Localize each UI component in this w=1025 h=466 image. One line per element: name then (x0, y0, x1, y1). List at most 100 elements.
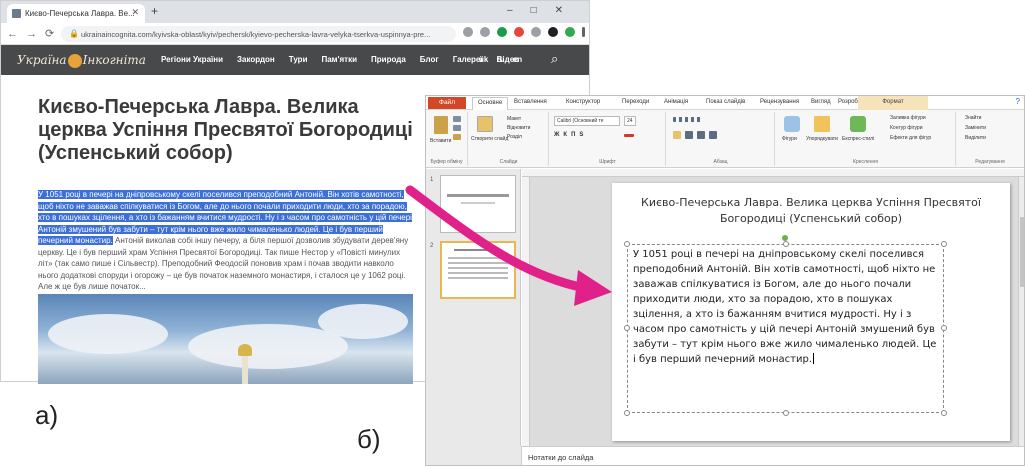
tab-insert[interactable]: Вставлення (514, 99, 547, 105)
thumb-text-line (448, 257, 508, 259)
cut-icon[interactable] (453, 116, 461, 122)
justify-icon[interactable] (709, 131, 717, 139)
select-button[interactable]: Виділити (965, 135, 986, 141)
arrange-label[interactable]: Упорядкувати (806, 136, 838, 142)
lock-icon: 🔒 (69, 29, 79, 38)
resize-handle[interactable] (624, 325, 630, 331)
share-icon[interactable] (463, 27, 473, 37)
resize-handle[interactable] (624, 241, 630, 247)
church-dome-icon (238, 344, 252, 384)
nav-link[interactable]: Блог (420, 55, 439, 64)
slide-body-text[interactable]: У 1051 році в печері на дніпровському ск… (633, 247, 939, 367)
tab-home[interactable]: Основне (472, 97, 509, 110)
font-color-icon[interactable] (624, 134, 634, 137)
close-tab-icon[interactable]: ✕ (131, 7, 139, 18)
nav-link[interactable]: Тури (289, 55, 308, 64)
new-slide-icon[interactable] (477, 116, 493, 132)
shapes-label[interactable]: Фігури (782, 136, 797, 142)
site-logo[interactable]: Україна Інкогніта (17, 53, 146, 68)
font-name-select[interactable]: Calibri (Основний те (554, 116, 620, 126)
resize-handle[interactable] (941, 410, 947, 416)
star-icon[interactable] (480, 27, 490, 37)
shapes-icon[interactable] (784, 116, 800, 132)
tab-slideshow[interactable]: Показ слайдів (706, 99, 745, 105)
paste-icon[interactable] (434, 116, 448, 134)
nav-link[interactable]: Закордон (237, 55, 275, 64)
language-switcher[interactable]: uk ru en (479, 55, 522, 64)
help-icon[interactable]: ? (1016, 97, 1020, 106)
extension-grey-icon[interactable] (531, 27, 541, 37)
search-icon[interactable]: ⌕ (551, 51, 558, 67)
resize-handle[interactable] (941, 325, 947, 331)
align-right-icon[interactable] (697, 131, 705, 139)
group-editing: Знайти Замінити Виділити Редагування (957, 112, 1023, 166)
cloud-shape (318, 304, 408, 339)
font-style-buttons[interactable]: ЖКПS (554, 132, 587, 138)
reset-button[interactable]: Відновити (507, 125, 530, 131)
nav-link[interactable]: Пам'ятки (321, 55, 357, 64)
horizontal-ruler (522, 169, 1024, 177)
slide-canvas[interactable]: Києво-Печерська Лавра. Велика церква Усп… (612, 183, 1010, 441)
site-nav-links: Регіони України Закордон Тури Пам'ятки П… (161, 55, 519, 64)
address-bar[interactable]: 🔒 ukrainaincognita.com/kyivska-oblast/ky… (61, 26, 456, 42)
window-controls-icon[interactable]: –□✕ (507, 5, 581, 16)
paste-label[interactable]: Вставити (430, 138, 451, 144)
nav-link[interactable]: Регіони України (161, 55, 223, 64)
browser-tab[interactable]: Києво-Печерська Лавра. Ве... ✕ (7, 4, 145, 23)
resize-handle[interactable] (624, 410, 630, 416)
slide-thumbnail-1[interactable] (440, 175, 516, 233)
tab-transitions[interactable]: Переходи (622, 99, 649, 105)
extension-green-icon[interactable] (497, 27, 507, 37)
tab-design[interactable]: Конструктор (566, 99, 600, 105)
browser-toolbar: ←→⟳ 🔒 ukrainaincognita.com/kyivska-oblas… (1, 23, 589, 45)
slide-body-content: У 1051 році в печері на дніпровському ск… (633, 249, 937, 365)
article-paragraph[interactable]: У 1051 році в печері на дніпровському ск… (38, 189, 413, 293)
new-tab-icon[interactable]: + (151, 4, 158, 18)
replace-button[interactable]: Замінити (965, 125, 986, 131)
tab-format[interactable]: Формат (858, 96, 928, 110)
slide-text-box[interactable]: У 1051 році в печері на дніпровському ск… (624, 241, 947, 416)
layout-button[interactable]: Макет (507, 116, 521, 122)
menu-icon[interactable] (582, 27, 585, 37)
shape-effects-button[interactable]: Ефекти для фігур (890, 135, 931, 141)
find-button[interactable]: Знайти (965, 115, 981, 121)
copy-icon[interactable] (453, 125, 461, 131)
tab-view[interactable]: Вигляд (811, 99, 831, 105)
tab-animations[interactable]: Анімація (664, 99, 688, 105)
thumb-text-line (448, 277, 508, 279)
notes-pane[interactable]: Нотатки до слайда (522, 446, 1024, 465)
list-icon[interactable] (673, 117, 703, 122)
section-button[interactable]: Розділ (507, 134, 522, 140)
format-painter-icon[interactable] (453, 134, 461, 140)
arrange-icon[interactable] (814, 116, 830, 132)
new-slide-label[interactable]: Створити слайд (471, 136, 508, 142)
scrollbar-thumb[interactable] (1020, 217, 1024, 287)
group-drawing: Фігури Упорядкувати Експрес-стилі Заливк… (776, 112, 956, 166)
shape-fill-button[interactable]: Заливка фігури (890, 115, 926, 121)
notes-placeholder: Нотатки до слайда (528, 453, 594, 462)
group-paragraph: Абзац (667, 112, 775, 166)
tab-review[interactable]: Рецензування (760, 99, 799, 105)
align-left-icon[interactable] (673, 131, 681, 139)
extensions-bar (463, 27, 585, 37)
site-navbar: Україна Інкогніта Регіони України Закордо… (1, 45, 589, 75)
file-tab[interactable]: Файл (428, 97, 466, 109)
quick-styles-icon[interactable] (850, 116, 866, 132)
slide-title[interactable]: Києво-Печерська Лавра. Велика церква Усп… (632, 195, 990, 227)
resize-handle[interactable] (941, 241, 947, 247)
resize-handle[interactable] (783, 241, 789, 247)
profile-avatar[interactable] (565, 27, 575, 37)
resize-handle[interactable] (783, 410, 789, 416)
vertical-scrollbar[interactable] (1018, 177, 1024, 446)
quick-styles-label[interactable]: Експрес-стилі (842, 136, 874, 142)
font-size-select[interactable]: 24 (624, 116, 636, 126)
puzzle-icon[interactable] (548, 27, 558, 37)
group-clipboard: Вставити Буфер обміну (426, 112, 468, 166)
thumb-title-line (454, 249, 502, 251)
align-center-icon[interactable] (685, 131, 693, 139)
extension-red-icon[interactable] (514, 27, 524, 37)
slide-thumbnail-2[interactable] (440, 241, 516, 299)
nav-link[interactable]: Природа (371, 55, 406, 64)
navigation-icons[interactable]: ←→⟳ (7, 27, 62, 40)
shape-outline-button[interactable]: Контур фігури (890, 125, 922, 131)
